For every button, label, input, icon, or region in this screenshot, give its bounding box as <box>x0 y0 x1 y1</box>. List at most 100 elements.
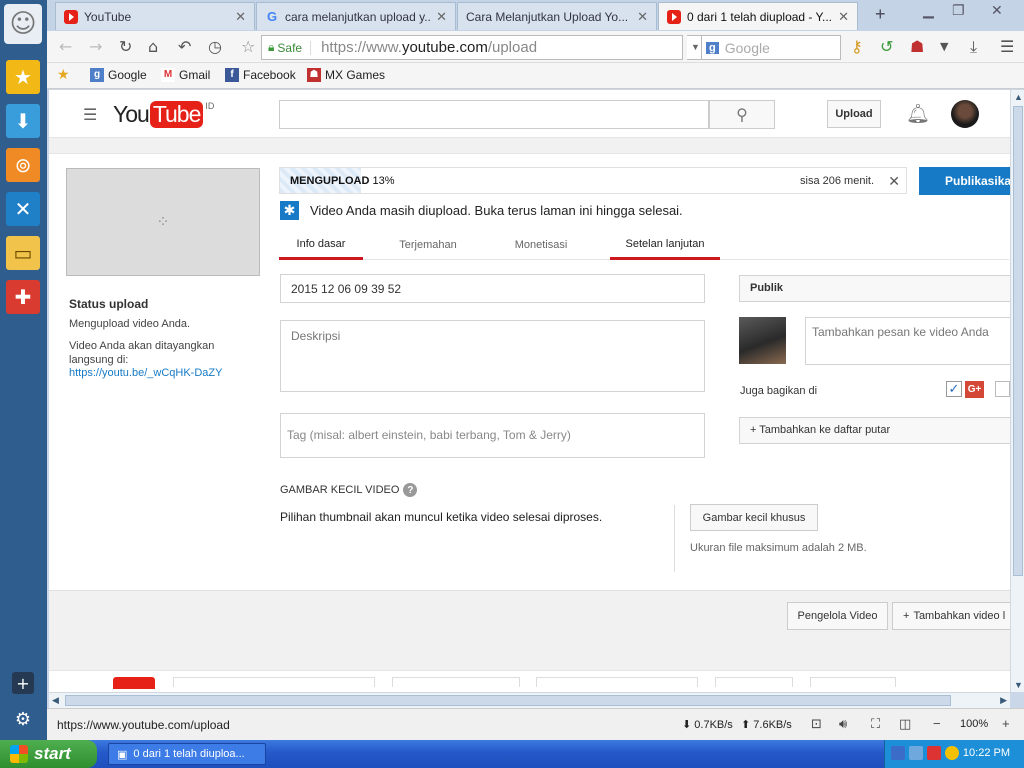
tray-app-icon[interactable] <box>927 746 941 760</box>
share-message-input[interactable]: Tambahkan pesan ke video Anda <box>805 317 1010 365</box>
share-gplus-checkbox[interactable]: ✓ <box>946 381 962 397</box>
download-arrow-icon[interactable]: ⬇ <box>6 104 40 138</box>
bookmark-google[interactable]: g Google <box>90 68 147 82</box>
tags-input[interactable]: Tag (misal: albert einstein, babi terban… <box>280 413 705 458</box>
avatar[interactable] <box>951 100 979 128</box>
tab-article[interactable]: Cara Melanjutkan Upload Yo... ✕ <box>457 2 657 30</box>
share-other-checkbox[interactable] <box>995 381 1010 397</box>
share-also-label: Juga bagikan di <box>740 385 818 397</box>
video-manager-button[interactable]: Pengelola Video <box>787 602 888 630</box>
scroll-up-icon[interactable]: ▲ <box>1014 92 1023 102</box>
minimize-icon[interactable]: ▁ <box>923 2 934 19</box>
tab-advanced-settings[interactable]: Setelan lanjutan <box>610 230 720 260</box>
tools-wrench-icon[interactable]: ✕ <box>6 192 40 226</box>
youtube-logo[interactable]: You Tube ID <box>113 101 214 128</box>
scroll-right-icon[interactable]: ▶ <box>1000 695 1007 706</box>
tab-upload-active[interactable]: 0 dari 1 telah diupload - Y... ✕ <box>658 2 858 30</box>
address-bar[interactable]: 🔒︎ Safe https://www. youtube.com/upload <box>261 35 683 60</box>
url-host: youtube.com <box>401 39 488 56</box>
windows-taskbar: start ▣ 0 dari 1 telah diuploa... 10:22 … <box>0 740 1024 768</box>
bookmark-facebook[interactable]: f Facebook <box>225 68 296 82</box>
search-engine-box[interactable]: g Google <box>701 35 841 60</box>
tab-close-icon[interactable]: ✕ <box>838 9 849 25</box>
tab-translations[interactable]: Terjemahan <box>386 230 470 260</box>
notes-icon[interactable]: ▭ <box>6 236 40 270</box>
tab-close-icon[interactable]: ✕ <box>637 9 648 25</box>
description-textarea[interactable]: Deskripsi <box>280 320 705 392</box>
sync-icon[interactable]: ↺ <box>880 37 893 56</box>
channel-avatar <box>739 317 786 364</box>
tray-back-icon[interactable] <box>891 746 905 760</box>
bookmark-star-icon[interactable]: ☆ <box>241 37 255 56</box>
screenshot-icon[interactable]: ⊡ <box>811 716 822 732</box>
key-icon[interactable]: ⚷ <box>851 37 863 56</box>
tab-youtube[interactable]: YouTube ✕ <box>55 2 255 30</box>
bookmarks-star-icon[interactable]: ★ <box>57 66 70 83</box>
bookmark-mx-games[interactable]: ☗ MX Games <box>307 68 385 82</box>
horizontal-scroll-thumb[interactable] <box>65 695 951 706</box>
bookmarks-bar: ★ g Google M Gmail f Facebook ☗ MX Games <box>47 63 1024 89</box>
back-arrow-icon[interactable]: ← <box>59 37 72 56</box>
youtube-search-input[interactable] <box>279 100 709 129</box>
logo-you-text: You <box>113 101 150 127</box>
download-icon[interactable]: ⤓ <box>970 37 977 57</box>
publish-button[interactable]: Publikasikan <box>919 167 1010 195</box>
add-to-playlist-button[interactable]: + Tambahkan ke daftar putar <box>739 417 1010 444</box>
bookmark-gmail[interactable]: M Gmail <box>161 68 210 82</box>
upload-card: ⁘ Status upload Mengupload video Anda. V… <box>49 153 1010 591</box>
games-icon[interactable]: ☗ <box>910 37 924 56</box>
history-clock-icon[interactable]: ◷ <box>208 37 222 56</box>
search-icon[interactable]: ⚲ <box>709 100 775 129</box>
rss-feed-icon[interactable]: ⊚ <box>6 148 40 182</box>
add-sidebar-item-icon[interactable]: + <box>12 672 34 694</box>
tab-close-icon[interactable]: ✕ <box>235 9 246 25</box>
tab-basic-info[interactable]: Info dasar <box>279 230 363 260</box>
window-close-icon[interactable]: ✕ <box>991 2 1003 19</box>
vertical-scrollbar[interactable]: ▲ ▼ <box>1010 90 1024 692</box>
favorites-star-icon[interactable]: ★ <box>6 60 40 94</box>
video-link[interactable]: https://youtu.be/_wCqHK-DaZY <box>69 367 222 379</box>
fullscreen-icon[interactable]: ⛶ <box>871 716 880 732</box>
home-icon[interactable]: ⌂ <box>148 37 158 56</box>
network-icon[interactable] <box>909 746 923 760</box>
progress-status: MENGUPLOAD <box>290 175 370 187</box>
add-more-videos-button[interactable]: + Tambahkan video l <box>892 602 1010 630</box>
reload-icon[interactable]: ↻ <box>119 37 132 56</box>
tab-close-icon[interactable]: ✕ <box>436 9 447 25</box>
taskbar-browser-item[interactable]: ▣ 0 dari 1 telah diuploa... <box>108 743 266 765</box>
undo-close-icon[interactable]: ↶ <box>178 37 191 56</box>
guide-menu-icon[interactable]: ☰ <box>83 105 97 125</box>
google-search-icon: g <box>706 41 719 54</box>
smiley-face-icon[interactable]: ☺ <box>4 4 42 44</box>
main-menu-icon[interactable]: ☰ <box>1000 37 1014 56</box>
alert-icon[interactable] <box>945 746 959 760</box>
settings-gear-icon[interactable]: ⚙ <box>10 706 36 732</box>
tab-google-search[interactable]: G cara melanjutkan upload y... ✕ <box>256 2 456 30</box>
forward-arrow-icon[interactable]: → <box>89 37 102 56</box>
zoom-out-icon[interactable]: − <box>933 716 941 731</box>
plus-icon: + <box>903 610 910 622</box>
upload-button[interactable]: Upload <box>827 100 881 128</box>
split-view-icon[interactable]: ◫ <box>899 716 911 732</box>
cancel-upload-icon[interactable]: ✕ <box>888 173 900 190</box>
sound-icon[interactable]: 🔊︎ <box>839 716 847 732</box>
max-file-size-note: Ukuran file maksimum adalah 2 MB. <box>690 542 867 554</box>
zoom-in-icon[interactable]: + <box>1002 716 1010 731</box>
footer-block <box>392 677 520 687</box>
vertical-scroll-thumb[interactable] <box>1013 106 1023 576</box>
start-button[interactable]: start <box>0 740 97 768</box>
custom-thumbnail-button[interactable]: Gambar kecil khusus <box>690 504 818 531</box>
scroll-down-icon[interactable]: ▼ <box>1014 680 1023 690</box>
scroll-left-icon[interactable]: ◀ <box>52 695 59 706</box>
new-tab-button[interactable]: + <box>875 4 886 25</box>
region-code: ID <box>205 101 215 111</box>
menu-dropdown-icon[interactable]: ▼ <box>940 40 948 53</box>
help-question-icon[interactable]: ? <box>403 483 418 497</box>
notifications-bell-icon[interactable]: 🔔︎ <box>906 102 930 126</box>
video-title-input[interactable]: 2015 12 06 09 39 52 <box>280 274 705 303</box>
tab-monetization[interactable]: Monetisasi <box>499 230 583 260</box>
horizontal-scrollbar[interactable]: ◀ ▶ <box>49 692 1010 708</box>
privacy-select[interactable]: Publik <box>739 275 1010 302</box>
gamepad-icon[interactable]: ✚ <box>6 280 40 314</box>
restore-icon[interactable]: ❐ <box>952 2 965 19</box>
